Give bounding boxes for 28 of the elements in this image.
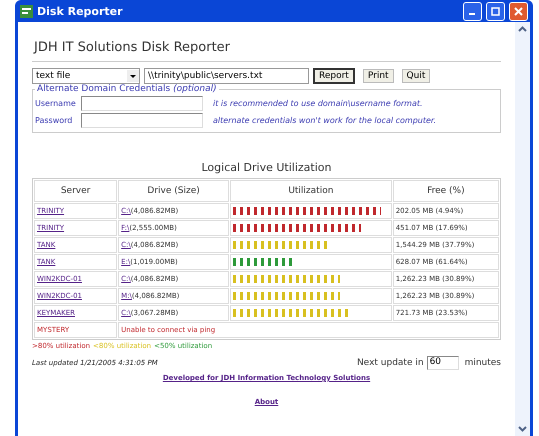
column-header: Free (%) [392,180,499,202]
app-icon [20,4,33,18]
maximize-icon [491,6,500,16]
action-button[interactable]: Quit [402,69,430,83]
source-dropdown[interactable]: text file [32,68,140,84]
close-button[interactable] [509,2,528,20]
field-label: Username [35,99,77,108]
input-field[interactable] [81,113,203,128]
minimize-button[interactable] [463,2,482,20]
action-button[interactable]: Report [313,68,355,84]
column-header: Server [34,180,118,202]
window-title: Disk Reporter [37,4,124,18]
page-heading: JDH IT Solutions Disk Reporter [32,32,501,62]
field-hint: alternate credentials won't work for the local computer. [213,116,436,125]
table-title: Logical Drive Utilization [200,161,332,174]
column-header: Utilization [230,180,392,202]
next-update-label: Next update in [356,358,424,368]
field-label: Password [35,116,74,125]
unit-label: minutes [464,358,501,368]
path-field[interactable]: \\trinity\public\servers.txt [144,68,309,84]
action-button[interactable]: Print [362,69,394,83]
input-field[interactable] [81,96,203,111]
maximize-button[interactable] [486,2,505,20]
field-hint: it is recommended to use domain\username format. [213,99,423,108]
close-icon [514,6,523,16]
group-legend: Alternate Domain Credentials (optional) [35,84,219,94]
interval-field[interactable]: 60 [426,356,459,370]
column-header: Drive (Size) [118,180,230,202]
